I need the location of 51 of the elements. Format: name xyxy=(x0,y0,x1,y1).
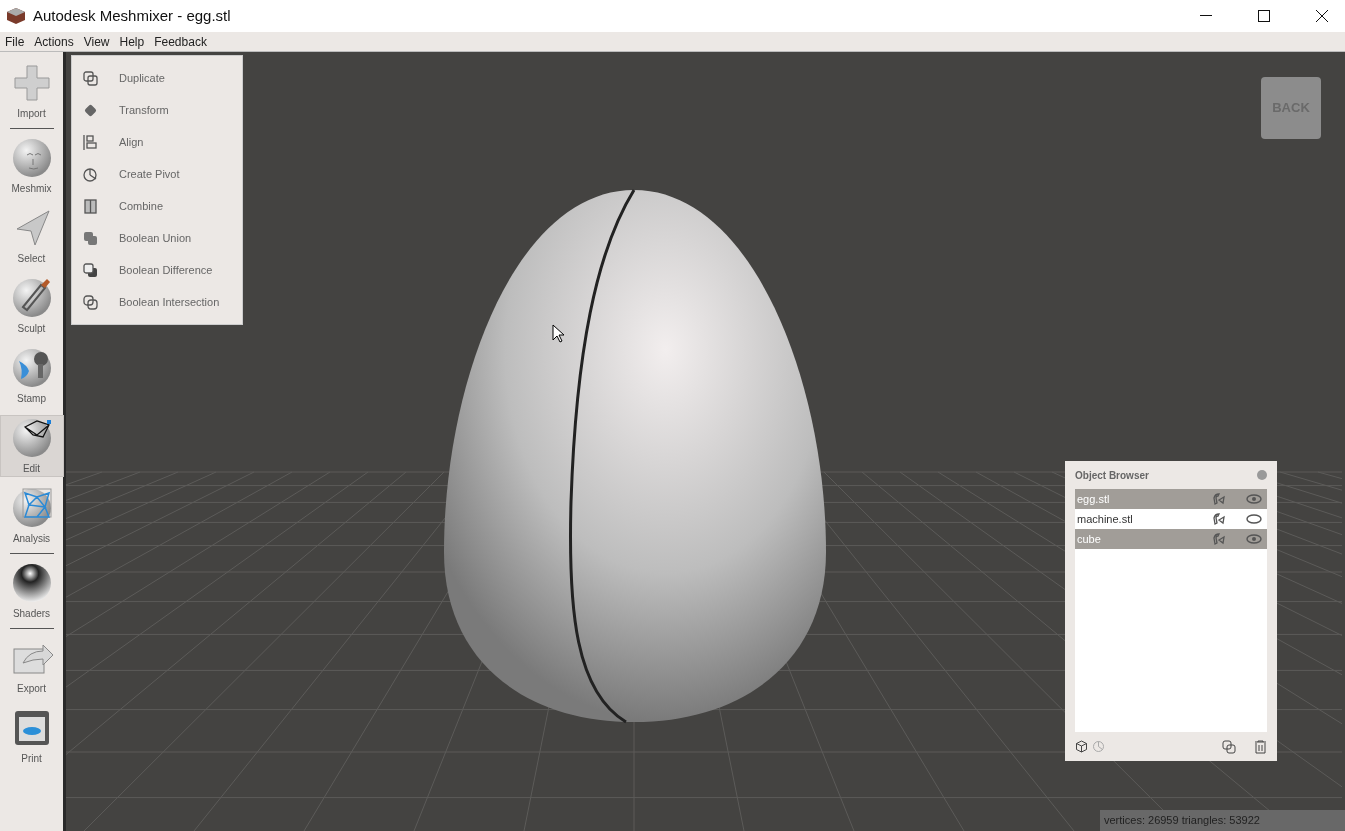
edit-menu-item[interactable]: Boolean Difference xyxy=(72,254,242,286)
tool-button[interactable]: Export xyxy=(0,635,64,697)
app-logo-icon xyxy=(6,7,26,25)
menu-item[interactable]: Actions xyxy=(29,32,79,51)
pivot-icon[interactable] xyxy=(1092,740,1105,753)
tool-button[interactable]: Edit xyxy=(0,415,64,477)
shaders-tool-icon xyxy=(10,561,53,604)
intersection-icon xyxy=(82,293,99,311)
cursor-icon xyxy=(552,324,564,343)
tool-button[interactable]: Select xyxy=(0,205,64,267)
panel-title: Object Browser xyxy=(1075,468,1149,483)
tool-button[interactable]: Sculpt xyxy=(0,275,64,337)
union-icon xyxy=(82,229,99,247)
tool-button[interactable]: Analysis xyxy=(0,485,64,547)
meshmix-tool-icon xyxy=(10,136,53,179)
edit-menu-item[interactable]: Boolean Union xyxy=(72,222,242,254)
pivot-icon xyxy=(82,165,99,183)
difference-icon xyxy=(82,261,99,279)
window-title: Autodesk Meshmixer - egg.stl xyxy=(33,5,231,26)
edit-menu-item[interactable]: Create Pivot xyxy=(72,158,242,190)
combine-icon xyxy=(82,197,99,215)
edit-menu-item[interactable]: Align xyxy=(72,126,242,158)
duplicate-icon[interactable] xyxy=(1222,739,1236,754)
cube-icon[interactable] xyxy=(1075,740,1088,753)
status-bar: vertices: 26959 triangles: 53922 xyxy=(1100,810,1345,831)
menu-item[interactable]: Help xyxy=(114,32,150,51)
maximize-icon xyxy=(1258,10,1270,22)
edit-menu-item[interactable]: Combine xyxy=(72,190,242,222)
close-icon xyxy=(1316,10,1328,22)
close-icon[interactable] xyxy=(1257,470,1267,480)
menu-item[interactable]: File xyxy=(0,32,30,51)
tool-button[interactable]: Stamp xyxy=(0,345,64,407)
edit-tool-icon xyxy=(10,416,53,459)
menu-item[interactable]: View xyxy=(78,32,115,51)
tool-button[interactable]: Meshmix xyxy=(0,135,64,197)
analysis-tool-icon xyxy=(10,486,53,529)
duplicate-icon xyxy=(82,69,99,87)
stamp-tool-icon xyxy=(10,346,53,389)
tool-button[interactable]: Import xyxy=(0,60,64,122)
trash-icon[interactable] xyxy=(1254,739,1267,754)
edit-menu-item[interactable]: Boolean Intersection xyxy=(72,286,242,318)
minimize-icon xyxy=(1200,15,1212,17)
edit-menu-item[interactable]: Transform xyxy=(72,94,242,126)
eye-icon[interactable] xyxy=(1246,514,1262,524)
align-icon xyxy=(82,133,99,151)
object-row[interactable]: machine.stl xyxy=(1075,509,1267,529)
edit-menu-item[interactable]: Duplicate xyxy=(72,62,242,94)
tool-button[interactable]: Print xyxy=(0,705,64,767)
tool-button[interactable]: Shaders xyxy=(0,560,64,622)
menu-item[interactable]: Feedback xyxy=(149,32,212,51)
sculpt-tool-icon xyxy=(10,276,53,319)
